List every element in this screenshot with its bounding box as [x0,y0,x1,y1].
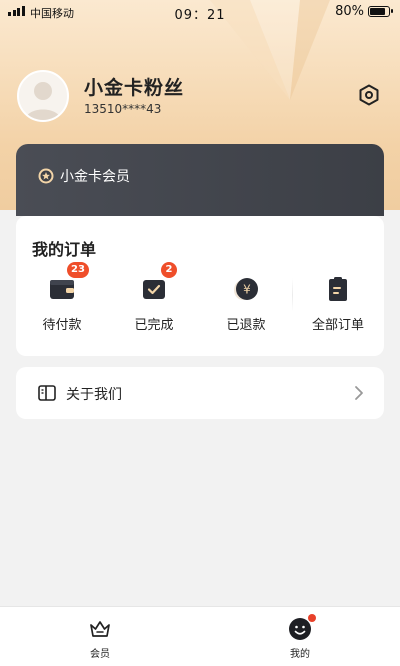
status-bar: 中国移动 09：21 80% [0,0,400,24]
tab-label: 我的 [290,649,310,660]
settings-button[interactable] [358,84,380,106]
yuan-refund-icon: ¥ [234,278,258,300]
wallet-icon [50,280,74,299]
order-completed[interactable]: 2 已完成 [108,262,200,333]
clipboard-icon [329,277,347,301]
order-label: 已退款 [226,318,266,333]
order-pending-payment[interactable]: 23 待付款 [16,262,108,333]
badge-completed: 2 [161,262,177,278]
about-us-row[interactable]: 关于我们 [16,367,384,419]
vip-label: 小金卡会员 [60,169,130,185]
tab-bar: 会员 我的 [0,606,400,666]
order-label: 全部订单 [311,318,364,333]
badge-pending-payment: 23 [67,262,89,278]
notification-dot [308,614,316,622]
crown-icon [90,621,110,637]
order-divider [292,278,293,312]
tab-label: 会员 [90,649,110,660]
order-refunded[interactable]: ¥ 已退款 [200,274,292,333]
check-wallet-icon [143,280,165,299]
svg-text:¥: ¥ [243,283,251,297]
book-icon [38,385,56,401]
battery-percent: 80% [335,4,364,19]
tab-member[interactable]: 会员 [0,607,200,666]
vip-card[interactable]: 小金卡会员 [16,144,384,216]
battery-icon [368,6,393,17]
order-all[interactable]: 全部订单 [292,274,384,333]
order-label: 待付款 [42,318,82,333]
star-badge-icon [38,168,54,184]
chevron-right-icon [355,386,363,400]
about-us-label: 关于我们 [66,387,122,403]
avatar[interactable] [17,70,69,122]
orders-title: 我的订单 [32,240,97,259]
orders-card: 我的订单 23 待付款 2 已完成 ¥ 已退款 全部订单 [16,216,384,356]
tab-mine[interactable]: 我的 [200,607,400,666]
hexagon-settings-icon [359,84,379,106]
user-avatar-icon [25,82,61,120]
user-phone: 13510****43 [84,102,162,116]
user-name: 小金卡粉丝 [84,77,185,99]
order-label: 已完成 [134,318,174,333]
